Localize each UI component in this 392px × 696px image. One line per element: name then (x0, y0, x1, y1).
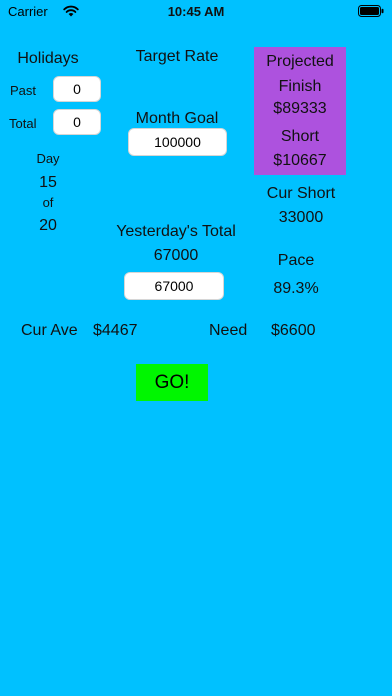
yesterday-total-input[interactable] (124, 272, 224, 300)
pace-value: 89.3% (273, 280, 319, 297)
go-button[interactable]: GO! (136, 364, 208, 401)
month-goal-input[interactable] (128, 128, 227, 156)
past-label: Past (10, 83, 37, 98)
month-goal-label: Month Goal (135, 110, 219, 127)
day-total: 20 (39, 217, 57, 234)
day-of-label: of (42, 195, 54, 210)
cur-short-value: 33000 (278, 209, 324, 226)
total-holidays-input[interactable] (53, 109, 101, 135)
day-current: 15 (39, 174, 57, 191)
projected-finish-label: Finish (278, 78, 322, 95)
past-holidays-input[interactable] (53, 76, 101, 102)
target-rate-title: Target Rate (135, 48, 219, 65)
cur-ave-label: Cur Ave (21, 322, 78, 339)
day-label: Day (36, 151, 60, 166)
need-value: $6600 (271, 322, 316, 339)
status-time: 10:45 AM (167, 4, 225, 19)
cur-short-label: Cur Short (266, 185, 336, 202)
holidays-title: Holidays (17, 50, 79, 67)
projected-finish-value: $89333 (273, 100, 327, 117)
projected-title: Projected (266, 53, 334, 70)
battery-icon (358, 4, 384, 22)
projected-short-value: $10667 (273, 152, 327, 169)
total-label: Total (9, 116, 37, 131)
yesterday-total-label: Yesterday's Total (116, 223, 236, 240)
cur-ave-value: $4467 (93, 322, 138, 339)
pace-label: Pace (277, 252, 315, 269)
projected-panel: Projected Finish $89333 Short $10667 (254, 47, 346, 175)
projected-short-label: Short (280, 128, 320, 145)
need-label: Need (209, 322, 248, 339)
yesterday-total-value: 67000 (153, 247, 199, 264)
